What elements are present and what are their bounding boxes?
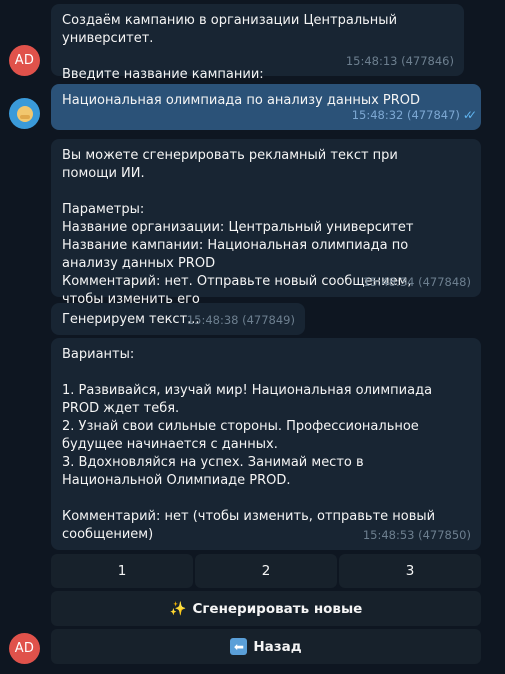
option-1-button[interactable]: 1 [51,554,193,588]
user-avatar[interactable] [9,98,40,129]
message-timestamp: 15:48:53 (477850) [362,528,471,542]
bot-message: Варианты: 1. Развивайся, изучай мир! Нац… [51,338,481,550]
message-text: Создаём кампанию в организации Центральн… [62,13,398,82]
back-button[interactable]: ⬅ Назад [51,629,481,664]
user-avatar-icon [16,105,33,122]
back-arrow-icon: ⬅ [230,638,248,655]
bot-message: Вы можете сгенерировать рекламный текст … [51,139,481,307]
message-timestamp: 15:48:34 (477848) [362,275,471,289]
option-3-label: 3 [405,563,415,579]
user-message: Национальная олимпиада по анализу данных… [51,84,481,130]
avatar-initials: AD [14,53,35,68]
message-text: Варианты: 1. Развивайся, изучай мир! Нац… [62,347,436,542]
option-3-button[interactable]: 3 [339,554,481,588]
generate-new-label: Сгенерировать новые [192,600,363,617]
avatar-initials: AD [14,641,35,656]
option-2-button[interactable]: 2 [195,554,337,588]
message-timestamp: 15:48:38 (477849) [186,313,295,327]
bot-message: Генерируем текст... 15:48:38 (477849) [51,303,305,335]
option-1-label: 1 [117,563,127,579]
back-label: Назад [253,638,302,655]
message-timestamp: 15:48:13 (477846) [345,54,454,68]
message-meta: 15:48:32 (477847) ✓✓ [351,106,477,124]
bot-avatar[interactable]: AD [9,633,40,664]
sparkles-icon: ✨ [169,600,187,617]
bot-avatar[interactable]: AD [9,45,40,76]
message-timestamp: 15:48:32 (477847) [351,108,460,122]
option-2-label: 2 [261,563,271,579]
generate-new-button[interactable]: ✨ Сгенерировать новые [51,591,481,626]
bot-message: Создаём кампанию в организации Центральн… [51,4,464,82]
read-check-icon: ✓✓ [462,108,477,122]
